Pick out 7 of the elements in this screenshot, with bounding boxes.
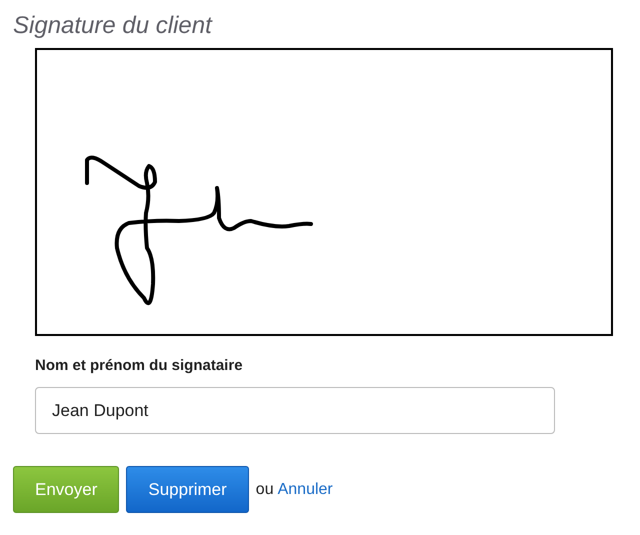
field-label: Nom et prénom du signataire	[35, 357, 243, 374]
name-field[interactable]: Jean Dupont	[35, 387, 555, 434]
signature-pad[interactable]	[35, 48, 613, 336]
cancel-link[interactable]: Annuler	[278, 480, 333, 498]
delete-button[interactable]: Supprimer	[126, 466, 249, 513]
section-title: Signature du client	[13, 12, 212, 40]
separator-text: ou	[256, 480, 274, 498]
